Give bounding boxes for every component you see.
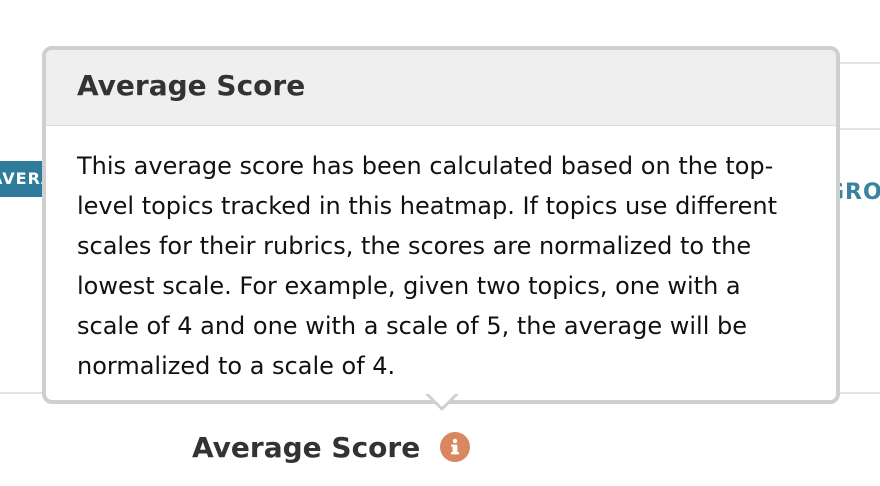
popover-body: This average score has been calculated b… <box>77 152 777 380</box>
average-score-popover: Average Score This average score has bee… <box>42 46 840 404</box>
popover-header: Average Score <box>46 50 836 126</box>
column-header-label: Average Score <box>192 430 421 464</box>
popover-arrow-inner <box>429 394 455 407</box>
info-glyph <box>451 438 460 455</box>
table-divider <box>836 128 880 130</box>
average-score-column-header: Average Score <box>192 424 471 470</box>
table-divider <box>836 62 880 64</box>
info-icon[interactable] <box>440 432 471 462</box>
heatmap-page: AVERAGE GROUP Average Score This average… <box>0 0 880 486</box>
average-badge: AVERAGE <box>0 161 48 197</box>
popover-title: Average Score <box>77 69 306 102</box>
